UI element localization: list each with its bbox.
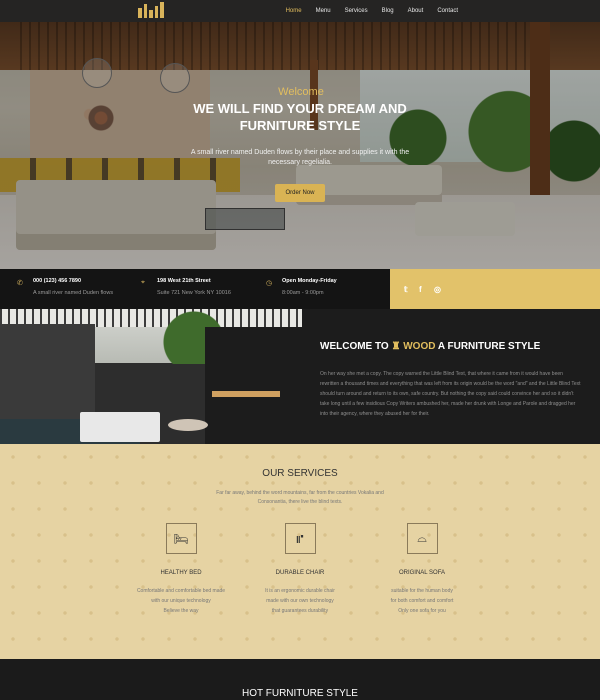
service-card-chair: ⑈ DURABLE CHAIR It is an ergonomic durab… xyxy=(240,523,360,616)
sofa xyxy=(80,412,160,442)
info-phone: ✆ 000 (123) 456 7890 A small river named… xyxy=(17,278,114,296)
clock-icon: ◷ xyxy=(266,280,273,287)
menu-item-services[interactable]: Services xyxy=(345,8,368,14)
order-now-button[interactable]: Order Now xyxy=(275,184,325,202)
bed-icon: 🛏 xyxy=(165,523,197,554)
service-card-bed: 🛏 HEALTHY BED Comfortable and comfortabl… xyxy=(121,523,241,616)
top-navbar: Home Menu Services Blog About Contact xyxy=(0,0,600,22)
hero-subtitle: A small river named Duden flows by their… xyxy=(190,149,410,166)
menu-item-menu[interactable]: Menu xyxy=(316,8,331,14)
services-title: OUR SERVICES xyxy=(262,468,338,479)
social-bar: 𝕥 f ◎ xyxy=(390,269,600,309)
info-hours: ◷ Open Monday-Friday 8:00am - 9:00pm xyxy=(266,278,337,296)
services-intro: Far far away, behind the word mountains,… xyxy=(216,490,384,505)
logo[interactable] xyxy=(138,2,164,18)
menu-item-about[interactable]: About xyxy=(408,8,424,14)
menu-item-blog[interactable]: Blog xyxy=(382,8,394,14)
service-card-sofa: ⌓ ORIGINAL SOFA suitable for the human b… xyxy=(362,523,482,616)
main-menu: Home Menu Services Blog About Contact xyxy=(286,0,458,22)
map-pin-icon: ⌖ xyxy=(141,279,145,286)
chair-icon: ⑈ xyxy=(284,523,316,554)
hero-text: Welcome WE WILL FIND YOUR DREAM AND FURN… xyxy=(0,86,600,202)
brand-icon: ♜ xyxy=(391,341,401,352)
menu-item-contact[interactable]: Contact xyxy=(437,8,458,14)
facebook-icon[interactable]: f xyxy=(419,285,422,294)
phone-icon: ✆ xyxy=(17,280,23,287)
fireplace xyxy=(212,391,280,397)
sofa-icon: ⌓ xyxy=(406,523,438,554)
hero-headline: WE WILL FIND YOUR DREAM AND FURNITURE ST… xyxy=(193,101,407,133)
about-body: On her way she met a copy. The copy warn… xyxy=(320,371,581,417)
about-section: WELCOME TO ♜ WOOD A FURNITURE STYLE On h… xyxy=(302,309,600,444)
about-image xyxy=(0,309,302,444)
about-title: WELCOME TO ♜ WOOD A FURNITURE STYLE xyxy=(320,341,541,352)
menu-item-home[interactable]: Home xyxy=(286,8,302,14)
hot-title: HOT FURNITURE STYLE xyxy=(242,688,358,699)
info-address: ⌖ 198 West 21th Street Suite 721 New Yor… xyxy=(141,278,231,296)
hot-section: HOT FURNITURE STYLE xyxy=(0,659,600,700)
hero-section: Welcome WE WILL FIND YOUR DREAM AND FURN… xyxy=(0,0,600,269)
instagram-icon[interactable]: ◎ xyxy=(434,285,441,294)
twitter-icon[interactable]: 𝕥 xyxy=(404,285,408,294)
hero-welcome: Welcome xyxy=(278,86,324,98)
table xyxy=(168,419,208,431)
services-section: OUR SERVICES Far far away, behind the wo… xyxy=(0,444,600,659)
